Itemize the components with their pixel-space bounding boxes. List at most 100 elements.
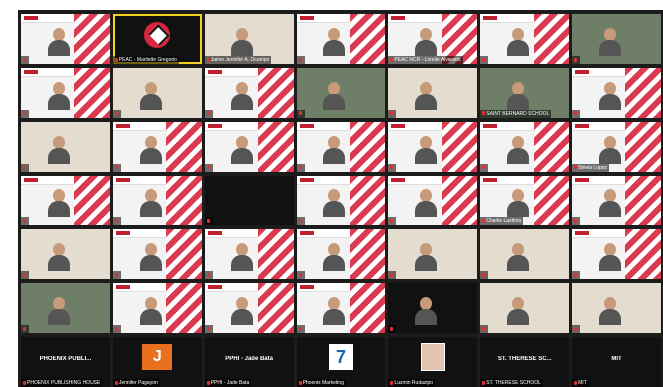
participant-tile[interactable]: 7 Phoenix Marketing (296, 337, 386, 387)
participant-tile[interactable]: Jaime Jennifer A. Ocampo (204, 14, 294, 64)
participant-tile[interactable] (21, 175, 110, 226)
participant-tile[interactable] (572, 283, 661, 334)
mic-muted-icon (574, 326, 578, 331)
participant-name-label: ST. THERESE SCHOOL (480, 379, 543, 387)
participant-tile[interactable]: Luzmin Rudazipo (388, 337, 478, 387)
participant-tile[interactable] (21, 121, 110, 172)
mic-muted-icon (206, 219, 210, 224)
background-stripes (166, 283, 202, 334)
participant-name-label (388, 325, 397, 334)
participant-tile[interactable]: PHOENIX PUBLI... PHOENIX PUBLISHING HOUSE (21, 337, 110, 387)
portrait-icon (420, 343, 445, 372)
background-stripes (74, 175, 110, 226)
participant-tile[interactable] (21, 283, 110, 334)
participant-video (598, 135, 621, 164)
participant-name-label (480, 271, 489, 280)
participant-tile[interactable] (572, 175, 661, 226)
mic-muted-icon (482, 165, 486, 170)
participant-tile[interactable] (572, 229, 661, 280)
mic-muted-icon (298, 165, 302, 170)
participant-tile[interactable]: Shiela Lopez (572, 121, 661, 172)
participant-video (323, 135, 346, 164)
participant-tile[interactable] (112, 229, 202, 280)
participant-name-label (112, 109, 121, 118)
participant-name-label (388, 217, 397, 226)
mic-muted-icon (114, 111, 118, 116)
participant-tile[interactable] (296, 121, 386, 172)
participant-name-label (480, 163, 489, 172)
participant-tile[interactable] (388, 283, 478, 334)
participant-tile[interactable] (204, 175, 294, 226)
participant-video (139, 135, 162, 164)
participant-name-label (572, 325, 581, 334)
participant-tile[interactable]: Charlie Lastima (480, 175, 570, 226)
participant-tile[interactable] (21, 14, 110, 64)
participant-tile[interactable] (388, 67, 478, 118)
participant-name-label (388, 163, 397, 172)
participant-tile[interactable] (204, 67, 294, 118)
participant-video (506, 243, 529, 272)
peac-logo-icon (144, 21, 171, 48)
participant-tile[interactable] (296, 67, 386, 118)
participant-name-label (480, 325, 489, 334)
mic-muted-icon (206, 165, 210, 170)
participant-video (323, 189, 346, 218)
participant-video (598, 27, 621, 56)
participant-tile[interactable] (388, 175, 478, 226)
participant-tile[interactable] (204, 283, 294, 334)
participant-name-text: PHOENIX PUBLISHING HOUSE (27, 380, 101, 386)
participant-name-text: SAINT BERNARD SCHOOL (486, 110, 550, 117)
mic-muted-icon (114, 326, 118, 331)
participant-video (323, 297, 346, 326)
participant-tile[interactable]: MIT MIT (572, 337, 661, 387)
background-stripes (441, 121, 478, 172)
participant-tile[interactable] (572, 14, 661, 64)
participant-tile[interactable] (21, 229, 110, 280)
participant-tile[interactable] (112, 283, 202, 334)
participant-tile[interactable]: PEAC NCR - Lorelie Alvarado (388, 14, 478, 64)
participant-name-text: MIT (578, 380, 587, 386)
participant-name-text: PEAC - Marilette Gregorio (118, 56, 177, 63)
participant-tile[interactable] (112, 175, 202, 226)
background-stripes (166, 175, 202, 226)
background-stripes (349, 121, 386, 172)
participant-name-label (572, 109, 581, 118)
participant-tile[interactable] (204, 121, 294, 172)
participant-tile[interactable] (112, 67, 202, 118)
participant-name-label (21, 163, 29, 172)
participant-tile[interactable] (480, 229, 570, 280)
participant-tile[interactable] (296, 175, 386, 226)
participant-name-label (572, 271, 581, 280)
participant-tile[interactable] (388, 229, 478, 280)
participant-tile[interactable] (296, 14, 386, 64)
mic-muted-icon (390, 272, 394, 277)
participant-tile[interactable]: PEAC - Marilette Gregorio (112, 14, 202, 64)
participant-tile[interactable]: SAINT BERNARD SCHOOL (480, 67, 570, 118)
participant-tile[interactable] (480, 14, 570, 64)
participant-tile[interactable]: ST. THERESE SC... ST. THERESE SCHOOL (480, 337, 570, 387)
participant-tile[interactable] (204, 229, 294, 280)
mic-muted-icon (390, 219, 394, 224)
participant-name-label (204, 271, 213, 280)
participant-tile[interactable] (21, 67, 110, 118)
mic-muted-icon (390, 380, 394, 385)
mic-muted-icon (206, 111, 210, 116)
participant-tile[interactable] (480, 283, 570, 334)
participant-tile[interactable] (296, 283, 386, 334)
participant-tile[interactable] (388, 121, 478, 172)
mic-muted-icon (114, 57, 118, 62)
mic-muted-icon (574, 111, 578, 116)
participant-tile[interactable] (480, 121, 570, 172)
participant-tile[interactable] (112, 121, 202, 172)
mic-muted-icon (574, 272, 578, 277)
participant-name-label (204, 163, 213, 172)
participant-name-label (204, 109, 213, 118)
participant-video (47, 135, 70, 164)
participant-video (323, 27, 346, 56)
participant-tile[interactable] (296, 229, 386, 280)
participant-tile[interactable]: J Jennifer Pagayon (112, 337, 202, 387)
mic-muted-icon (23, 165, 26, 170)
participant-tile[interactable] (572, 67, 661, 118)
mic-muted-icon (482, 219, 486, 224)
participant-tile[interactable]: PPHI - Jade Bata PPHI - Jade Bata (204, 337, 294, 387)
